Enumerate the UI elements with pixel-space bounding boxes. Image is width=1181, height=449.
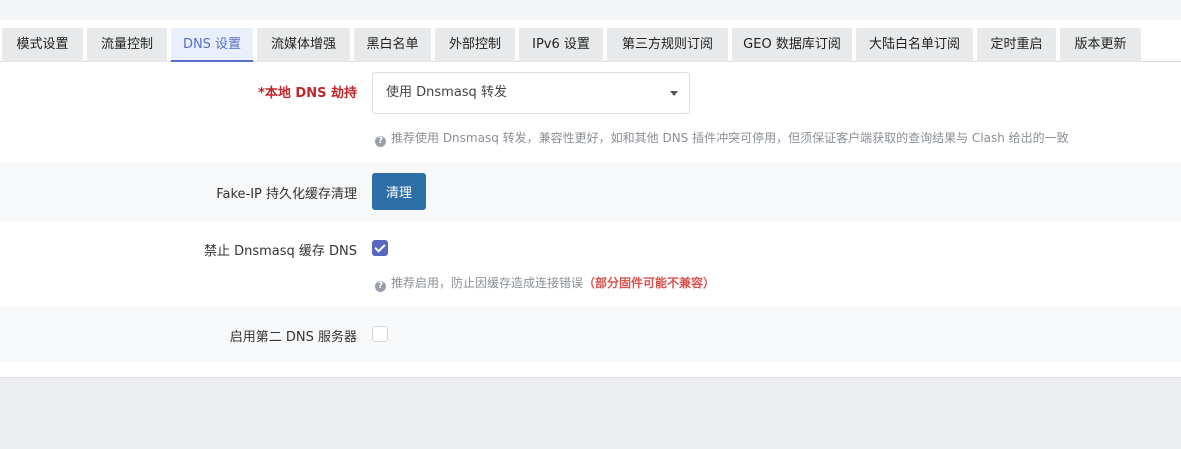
tab-mainland-whitelist[interactable]: 大陆白名单订阅 [856, 28, 973, 62]
tab-streaming[interactable]: 流媒体增强 [257, 28, 350, 62]
dns-hijack-hint-text: 推荐使用 Dnsmasq 转发，兼容性更好，如和其他 DNS 插件冲突可停用，但… [391, 131, 1069, 145]
dns-hijack-selected-value: 使用 Dnsmasq 转发 [386, 85, 507, 100]
tab-bar: 模式设置 流量控制 DNS 设置 流媒体增强 黑白名单 外部控制 IPv6 设置… [0, 28, 1181, 62]
disable-dnsmasq-cache-hint: ? 推荐启用，防止因缓存造成连接错误（部分固件可能不兼容） [375, 274, 715, 292]
tab-dns[interactable]: DNS 设置 [171, 28, 253, 62]
flush-button[interactable]: 清理 [372, 173, 426, 210]
tab-traffic[interactable]: 流量控制 [87, 28, 167, 62]
dns-hijack-hint: ? 推荐使用 Dnsmasq 转发，兼容性更好，如和其他 DNS 插件冲突可停用，… [375, 129, 1069, 147]
tab-blackwhite[interactable]: 黑白名单 [354, 28, 431, 62]
tab-ipv6[interactable]: IPv6 设置 [519, 28, 603, 62]
fakeip-flush-row: Fake-IP 持久化缓存清理 [0, 163, 1181, 221]
second-dns-row: 启用第二 DNS 服务器 [0, 307, 1181, 362]
tab-mode[interactable]: 模式设置 [2, 28, 83, 62]
tab-geo-database[interactable]: GEO 数据库订阅 [732, 28, 852, 62]
help-icon: ? [375, 281, 386, 292]
help-icon: ? [375, 136, 386, 147]
second-dns-label: 启用第二 DNS 服务器 [229, 330, 357, 345]
tab-thirdparty-rules[interactable]: 第三方规则订阅 [607, 28, 728, 62]
disable-dnsmasq-cache-label: 禁止 Dnsmasq 缓存 DNS [203, 244, 357, 259]
tab-external[interactable]: 外部控制 [435, 28, 515, 62]
disable-dnsmasq-cache-hint-text: 推荐启用，防止因缓存造成连接错误 [391, 276, 584, 290]
disable-dnsmasq-cache-checkbox[interactable] [372, 240, 388, 256]
compatibility-warning: （部分固件可能不兼容） [583, 276, 716, 290]
dns-hijack-label: *本地 DNS 劫持 [258, 86, 357, 101]
tab-scheduled-restart[interactable]: 定时重启 [977, 28, 1056, 62]
disable-dnsmasq-cache-row: 禁止 Dnsmasq 缓存 DNS [0, 221, 1181, 307]
second-dns-checkbox[interactable] [372, 326, 388, 342]
tab-version-update[interactable]: 版本更新 [1060, 28, 1141, 62]
footer-bar [0, 377, 1181, 449]
fakeip-flush-label: Fake-IP 持久化缓存清理 [216, 187, 357, 202]
chevron-down-icon [670, 91, 678, 96]
top-strip [0, 0, 1181, 20]
dns-hijack-select[interactable]: 使用 Dnsmasq 转发 [372, 72, 690, 114]
